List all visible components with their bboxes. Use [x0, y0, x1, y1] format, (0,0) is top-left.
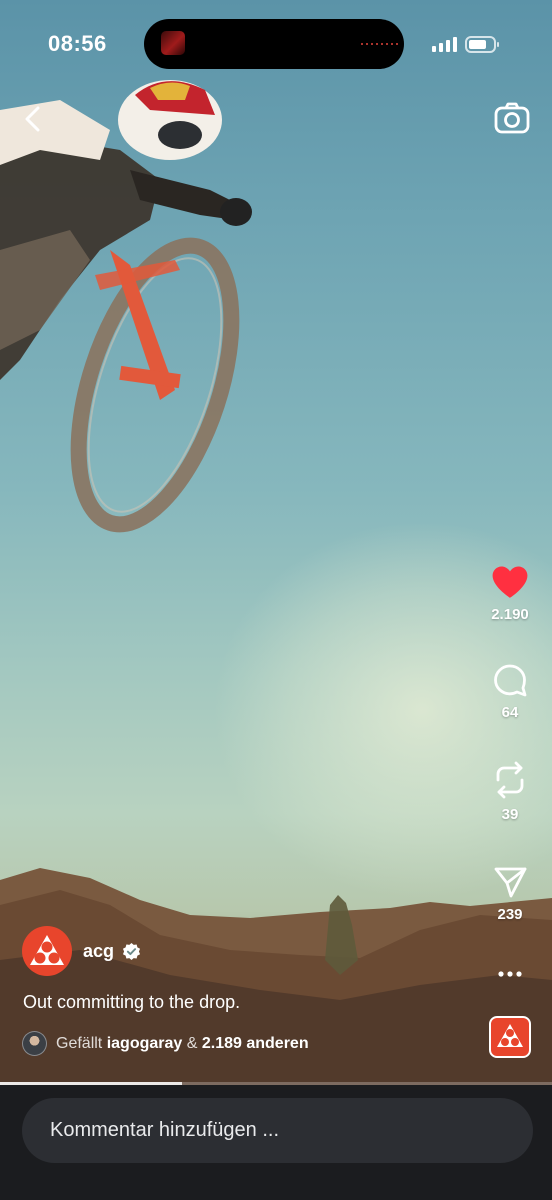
more-options-button[interactable] [496, 966, 524, 982]
like-count: 2.190 [491, 606, 529, 623]
liker-username[interactable]: iagogaray [107, 1035, 183, 1053]
camera-button[interactable] [493, 100, 531, 138]
comment-input[interactable] [22, 1098, 533, 1163]
acg-logo-icon [497, 1024, 523, 1047]
acg-logo-icon [30, 935, 64, 965]
likes-prefix: Gefällt [56, 1034, 103, 1052]
repost-button[interactable]: 39 [480, 760, 540, 823]
reel-video-frame[interactable] [0, 0, 552, 1085]
cellular-signal-icon [432, 37, 457, 52]
repost-count: 39 [501, 806, 519, 823]
likes-connector: & [186, 1034, 198, 1052]
status-time: 08:56 [48, 31, 107, 56]
share-button[interactable]: 239 [480, 864, 540, 923]
more-dots-icon [498, 971, 522, 977]
audio-waveform-icon [361, 43, 398, 45]
battery-icon [465, 36, 499, 53]
repost-icon [496, 761, 524, 799]
camera-icon [494, 102, 530, 134]
liker-avatar [22, 1031, 47, 1056]
speech-bubble-icon [494, 664, 527, 697]
comment-count: 64 [501, 704, 519, 721]
like-button[interactable]: 2.190 [480, 564, 540, 623]
original-audio-button[interactable] [489, 1016, 531, 1058]
liked-by-row[interactable]: Gefällt iagogaray & 2.189 anderen [22, 1031, 309, 1056]
back-button[interactable] [16, 102, 50, 136]
share-count: 239 [497, 906, 523, 923]
comment-button[interactable]: 64 [480, 662, 540, 721]
author-username[interactable]: acg [83, 941, 114, 962]
heart-filled-icon [492, 566, 528, 598]
paper-plane-icon [494, 867, 527, 898]
chevron-left-icon [25, 106, 40, 132]
now-playing-thumbnail [161, 31, 185, 55]
verified-badge-icon [122, 942, 141, 961]
post-caption[interactable]: Out committing to the drop. [23, 992, 240, 1013]
author-avatar[interactable] [22, 926, 72, 976]
scene-illustration [0, 80, 552, 1085]
likes-others[interactable]: 2.189 anderen [202, 1035, 309, 1053]
dynamic-island[interactable] [144, 19, 404, 69]
